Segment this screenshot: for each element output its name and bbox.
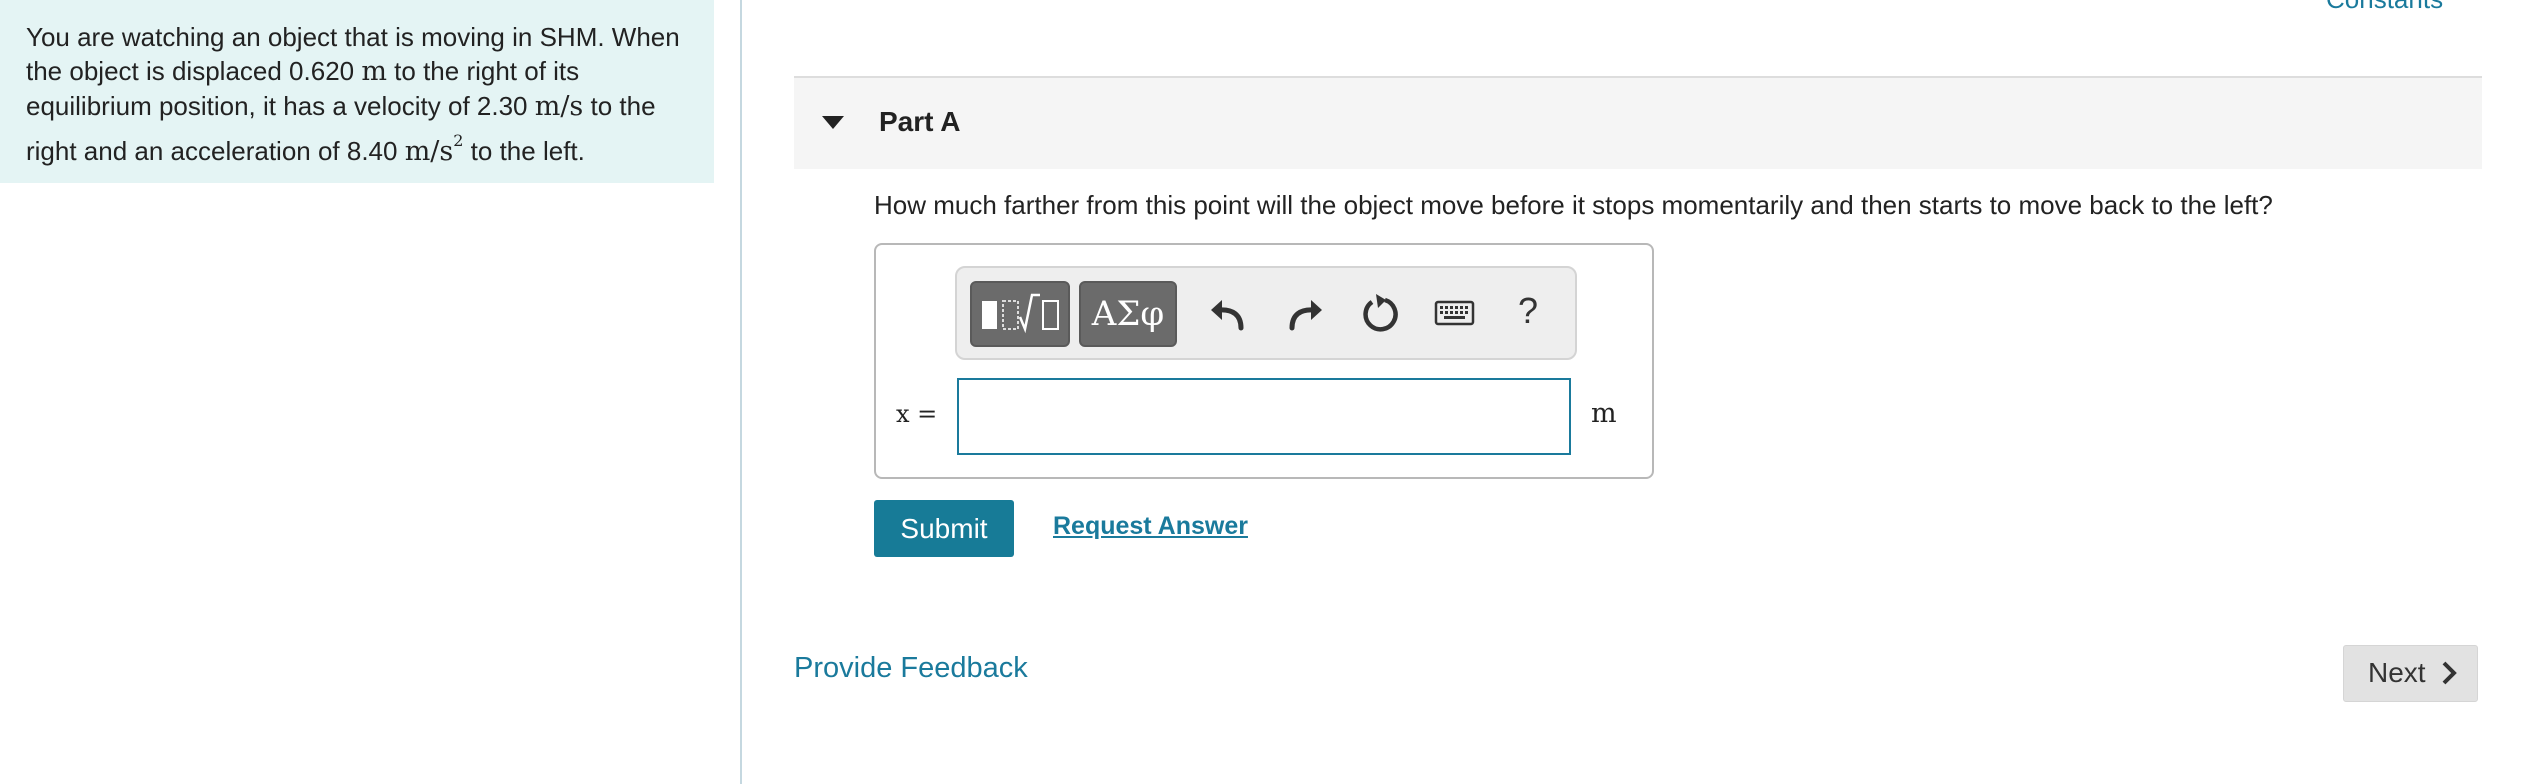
part-title: Part A: [879, 106, 961, 137]
next-label: Next: [2368, 657, 2426, 688]
undo-icon[interactable]: [1203, 288, 1253, 338]
page: You are watching an object that is movin…: [0, 0, 2534, 784]
submit-button[interactable]: Submit: [874, 500, 1014, 557]
problem-panel: You are watching an object that is movin…: [0, 0, 714, 183]
unit-velocity: m/s: [534, 91, 584, 122]
greek-symbols-label: ΑΣφ: [1091, 294, 1165, 334]
problem-text-part-1: You are watching an object that is movin…: [26, 22, 680, 86]
greek-symbols-button[interactable]: ΑΣφ: [1079, 281, 1177, 347]
part-header[interactable]: [794, 78, 2482, 169]
unit-exponent: 2: [453, 131, 464, 150]
templates-button[interactable]: [970, 281, 1070, 347]
redo-icon[interactable]: [1280, 288, 1330, 338]
variable-label: x =: [896, 400, 938, 428]
keyboard-icon[interactable]: [1433, 288, 1477, 338]
help-button[interactable]: ?: [1518, 290, 1538, 332]
answer-input[interactable]: [957, 378, 1571, 455]
question-text: How much farther from this point will th…: [874, 190, 2273, 220]
problem-text-part-4: to the left.: [463, 136, 585, 166]
unit-meters: m: [361, 56, 387, 87]
constants-link[interactable]: Constants: [2326, 0, 2443, 15]
provide-feedback-link[interactable]: Provide Feedback: [794, 652, 1028, 685]
request-answer-link[interactable]: Request Answer: [1053, 512, 1248, 541]
templates-sqrt-icon: [982, 293, 1059, 334]
next-button[interactable]: Next: [2343, 645, 2478, 702]
chevron-right-icon: [2442, 661, 2457, 685]
reset-icon[interactable]: [1355, 288, 1405, 338]
collapse-caret-icon[interactable]: [822, 116, 844, 129]
column-divider: [740, 0, 742, 784]
unit-acceleration: m/s: [404, 136, 454, 167]
problem-text: You are watching an object that is movin…: [26, 20, 690, 169]
unit-label: m: [1591, 398, 1617, 429]
